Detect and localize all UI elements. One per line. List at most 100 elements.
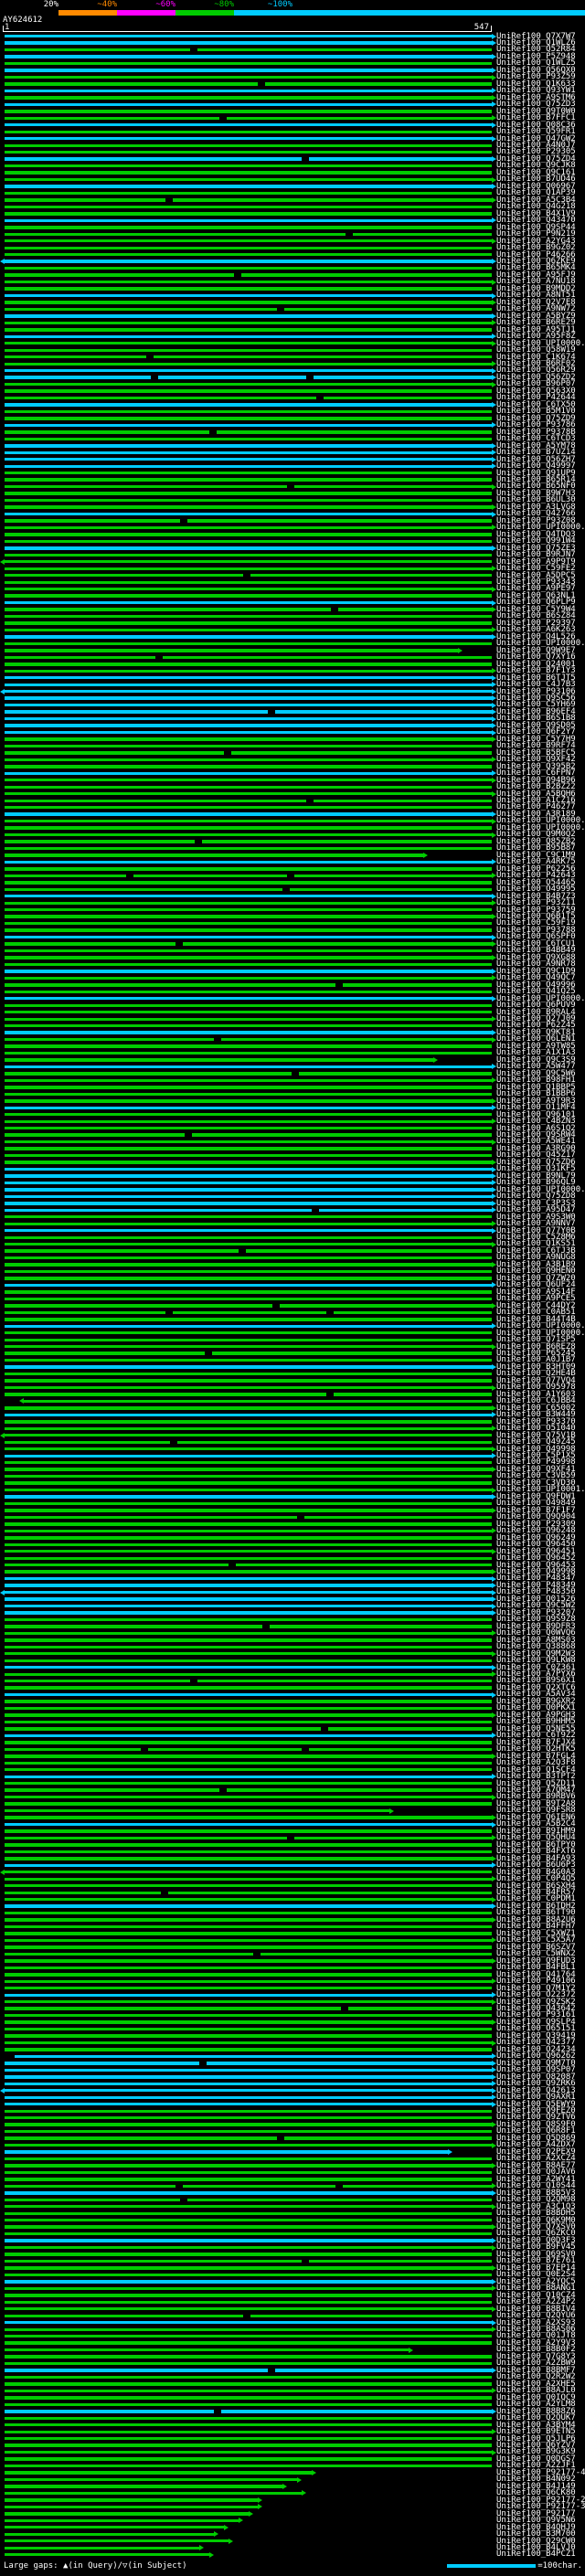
hit-bar[interactable]: [5, 723, 496, 729]
hit-bar[interactable]: [5, 266, 492, 270]
hit-bar[interactable]: [5, 2224, 496, 2231]
hit-bar[interactable]: [5, 1515, 492, 1520]
hit-bar[interactable]: [5, 196, 496, 203]
hit-bar[interactable]: [5, 1139, 496, 1145]
hit-bar[interactable]: [5, 2264, 496, 2271]
hit-bar[interactable]: [5, 1446, 496, 1452]
hit-bar[interactable]: [5, 2081, 496, 2087]
hit-bar[interactable]: [5, 2470, 492, 2476]
hit-bar[interactable]: [5, 334, 496, 340]
hit-bar[interactable]: [5, 2211, 492, 2215]
hit-bar[interactable]: [5, 641, 492, 646]
hit-bar[interactable]: [5, 492, 492, 495]
hit-bar[interactable]: [5, 2429, 496, 2435]
hit-bar[interactable]: [5, 2524, 492, 2530]
hit-bar[interactable]: [5, 1364, 496, 1371]
hit-bar[interactable]: [5, 1426, 496, 1432]
hit-bar[interactable]: [5, 757, 496, 763]
hit-bar[interactable]: [5, 1097, 496, 1104]
hit-bar[interactable]: [5, 1207, 496, 1214]
hit-bar[interactable]: [5, 2122, 496, 2128]
hit-bar[interactable]: [5, 1249, 492, 1253]
hit-bar[interactable]: [5, 811, 496, 818]
hit-bar[interactable]: [5, 430, 492, 434]
hit-bar[interactable]: [5, 2183, 496, 2189]
hit-bar[interactable]: [5, 1625, 492, 1628]
hit-bar[interactable]: [5, 2285, 496, 2292]
hit-bar[interactable]: [5, 164, 492, 168]
hit-bar[interactable]: [5, 1310, 492, 1315]
hit-bar[interactable]: [5, 1706, 492, 1711]
hit-bar[interactable]: [5, 94, 496, 101]
hit-bar[interactable]: [5, 1891, 492, 1894]
hit-bar[interactable]: [5, 2060, 496, 2066]
hit-bar[interactable]: [5, 621, 492, 625]
hit-bar[interactable]: [5, 340, 496, 346]
hit-bar[interactable]: [5, 1302, 496, 1309]
hit-bar[interactable]: [5, 574, 492, 578]
hit-bar[interactable]: [5, 2449, 496, 2455]
hit-bar[interactable]: [5, 2073, 496, 2080]
hit-bar[interactable]: [5, 2136, 492, 2140]
hit-bar[interactable]: [5, 928, 492, 932]
hit-bar[interactable]: [5, 1630, 496, 1637]
hit-bar[interactable]: [5, 1118, 496, 1125]
hit-bar[interactable]: [5, 1166, 496, 1172]
hit-bar[interactable]: [5, 2551, 492, 2558]
hit-bar[interactable]: [5, 2496, 492, 2503]
hit-bar[interactable]: [5, 1077, 496, 1084]
hit-bar[interactable]: [5, 1583, 496, 1589]
hit-bar[interactable]: [5, 246, 492, 249]
hit-bar[interactable]: [5, 2040, 496, 2046]
hit-bar[interactable]: [5, 1474, 492, 1479]
hit-bar[interactable]: [5, 1596, 496, 1603]
hit-bar[interactable]: [5, 2278, 496, 2284]
hit-bar[interactable]: [5, 627, 496, 633]
hit-bar[interactable]: [5, 328, 492, 332]
hit-bar[interactable]: [5, 633, 496, 640]
hit-bar[interactable]: [5, 355, 492, 359]
hit-bar[interactable]: [5, 1358, 492, 1362]
hit-bar[interactable]: [5, 799, 492, 802]
hit-bar[interactable]: [5, 1460, 492, 1465]
hit-bar[interactable]: [5, 299, 496, 305]
hit-bar[interactable]: [5, 1481, 492, 1485]
hit-bar[interactable]: [5, 307, 492, 312]
hit-bar[interactable]: [5, 1932, 492, 1935]
hit-bar[interactable]: [5, 859, 496, 865]
hit-bar[interactable]: [5, 840, 492, 843]
hit-bar[interactable]: [5, 483, 496, 490]
hit-bar[interactable]: [5, 1057, 492, 1064]
hit-bar[interactable]: [5, 2416, 492, 2420]
hit-bar[interactable]: [5, 545, 496, 551]
hit-bar[interactable]: [5, 2273, 492, 2277]
hit-bar[interactable]: [5, 1318, 492, 1321]
hit-bar[interactable]: [5, 1051, 492, 1055]
hit-bar[interactable]: [5, 2483, 492, 2489]
hit-bar[interactable]: [5, 2007, 492, 2010]
hit-bar[interactable]: [5, 1235, 492, 1239]
hit-bar[interactable]: [5, 770, 496, 777]
hit-bar[interactable]: [5, 1712, 496, 1719]
hit-bar[interactable]: [5, 1802, 492, 1806]
hit-bar[interactable]: [5, 1741, 492, 1744]
hit-bar[interactable]: [5, 273, 492, 277]
hit-bar[interactable]: [5, 990, 492, 994]
hit-bar[interactable]: [5, 2101, 496, 2107]
hit-bar[interactable]: [5, 716, 496, 722]
hit-bar[interactable]: [5, 1733, 496, 1739]
hit-bar[interactable]: [5, 1186, 496, 1193]
hit-bar[interactable]: [5, 2375, 492, 2380]
hit-bar[interactable]: [5, 1372, 492, 1376]
hit-bar[interactable]: [5, 1664, 496, 1670]
hit-bar[interactable]: [5, 472, 492, 475]
hit-bar[interactable]: [5, 968, 496, 974]
hit-bar[interactable]: [5, 2518, 492, 2524]
hit-bar[interactable]: [5, 381, 496, 387]
hit-bar[interactable]: [5, 519, 492, 523]
hit-bar[interactable]: [5, 900, 496, 906]
hit-bar[interactable]: [5, 1876, 496, 1882]
hit-bar[interactable]: [5, 995, 496, 1002]
hit-bar[interactable]: [5, 1200, 496, 1206]
hit-bar[interactable]: [5, 983, 492, 987]
